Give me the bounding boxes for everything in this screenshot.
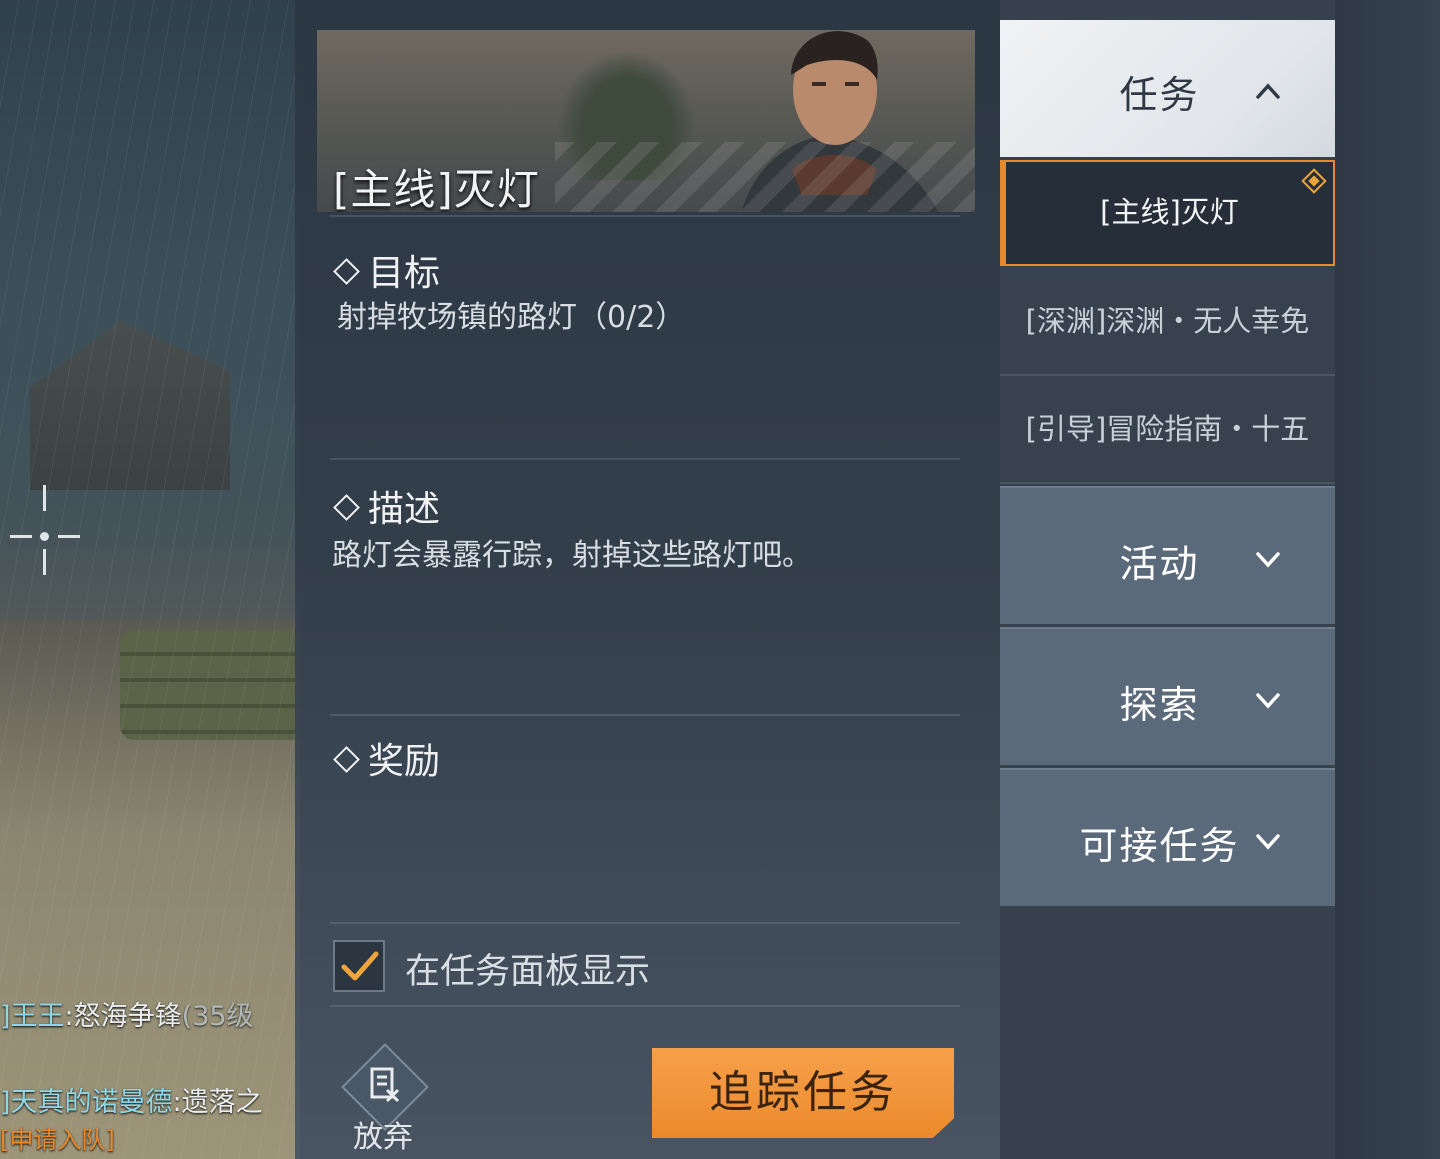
apply-team-link[interactable]: [申请入队] — [0, 1126, 115, 1154]
banner-stripes — [555, 142, 975, 212]
quest-item-abyss[interactable]: [深渊]深渊・无人幸免 — [1000, 268, 1335, 376]
quest-banner: [主线]灭灯 — [317, 30, 975, 212]
rain-overlay — [0, 0, 300, 1159]
chevron-down-icon — [1256, 693, 1280, 709]
background-edge — [1335, 0, 1440, 1159]
objective-text: 射掉牧场镇的路灯（0/2） — [337, 300, 686, 335]
description-heading-text: 描述 — [368, 489, 441, 530]
chat-sender: ]王王 — [0, 1001, 65, 1032]
quest-item-guide[interactable]: [引导]冒险指南・十五 — [1000, 376, 1335, 484]
reward-heading-text: 奖励 — [368, 741, 441, 782]
objective-heading: 目标 — [333, 244, 441, 296]
abandon-button[interactable]: 放弃 — [341, 1043, 429, 1158]
description-text: 路灯会暴露行踪，射掉这些路灯吧。 — [332, 538, 812, 573]
quest-detail-panel: [主线]灭灯 目标 射掉牧场镇的路灯（0/2） 描述 路灯会暴露行踪，射掉这些路… — [295, 0, 1000, 1159]
show-in-panel-label: 在任务面板显示 — [405, 952, 651, 992]
chat-line: ]天真的诺曼德:遗落之 — [0, 1081, 300, 1125]
tab-tasks[interactable]: 任务 — [1000, 20, 1335, 157]
chat-message: :遗落之 — [172, 1087, 263, 1118]
crosshair-icon — [10, 485, 80, 575]
objective-heading-text: 目标 — [368, 253, 441, 294]
chat-extra: (35级 — [181, 1001, 254, 1032]
divider — [330, 215, 960, 217]
reward-heading: 奖励 — [333, 732, 441, 784]
divider — [330, 714, 960, 716]
chat-message: :怒海争锋 — [64, 1001, 182, 1032]
quest-item-label: [主线]灭灯 — [1100, 195, 1239, 229]
chevron-down-icon — [1256, 834, 1280, 850]
chat-line: ]王王:怒海争锋(35级 — [0, 995, 300, 1039]
quest-marker-icon — [1301, 168, 1327, 194]
abandon-document-icon — [370, 1067, 400, 1103]
description-heading: 描述 — [333, 480, 441, 532]
track-quest-button[interactable]: 追踪任务 — [652, 1048, 954, 1138]
chevron-up-icon — [1256, 83, 1280, 99]
diamond-bullet-icon — [333, 493, 360, 521]
show-in-panel-checkbox[interactable] — [333, 940, 385, 992]
quest-item-label: [引导]冒险指南・十五 — [1025, 412, 1310, 446]
divider — [330, 1005, 960, 1007]
quest-item-main-lights-out[interactable]: [主线]灭灯 — [1000, 160, 1335, 266]
divider — [330, 458, 960, 460]
tab-explore[interactable]: 探索 — [1000, 627, 1335, 765]
diamond-bullet-icon — [333, 257, 360, 285]
chat-line: [申请入队] — [0, 1125, 300, 1159]
diamond-bullet-icon — [333, 745, 360, 773]
quest-category-sidebar: 任务 [主线]灭灯 [深渊]深渊・无人幸免 [引导]冒险指南・十五 活动 探索 … — [1000, 0, 1335, 1159]
quest-title: [主线]灭灯 — [333, 165, 540, 212]
divider — [330, 922, 960, 924]
abandon-label: 放弃 — [353, 1120, 413, 1155]
checkmark-icon — [341, 951, 379, 981]
chat-sender: ]天真的诺曼德 — [0, 1087, 173, 1118]
quest-item-label: [深渊]深渊・无人幸免 — [1025, 304, 1310, 338]
chevron-down-icon — [1256, 552, 1280, 568]
chat-log[interactable]: ]王王:怒海争锋(35级 ]天真的诺曼德:遗落之 [申请入队] — [0, 995, 300, 1159]
game-world-view: ]王王:怒海争锋(35级 ]天真的诺曼德:遗落之 [申请入队] — [0, 0, 300, 1159]
tab-activities[interactable]: 活动 — [1000, 486, 1335, 624]
tab-available-quests[interactable]: 可接任务 — [1000, 768, 1335, 906]
